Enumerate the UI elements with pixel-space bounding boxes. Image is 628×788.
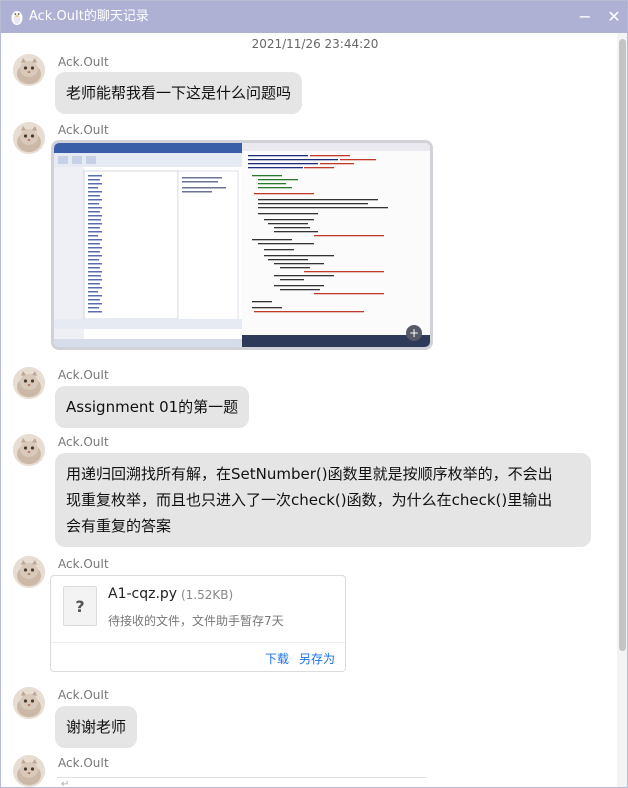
cat-avatar[interactable] xyxy=(13,54,45,86)
scrollbar-thumb[interactable] xyxy=(619,39,626,651)
minimize-button[interactable]: − xyxy=(575,7,595,27)
title-bar[interactable]: Ack.OuIt的聊天记录 − ✕ xyxy=(1,1,627,33)
penguin-icon xyxy=(11,11,23,25)
svg-text:+: + xyxy=(409,326,419,340)
message-line: 现重复枚举，而且也只进入了一次check()函数，为什么在check()里输出 xyxy=(66,491,553,509)
message-bubble[interactable]: 用递归回溯找所有解，在SetNumber()函数里就是按顺序枚举的，不会出 现重… xyxy=(55,453,591,547)
message-list[interactable]: 2021/11/26 23:44:20 Ack.OuIt 老师能帮我看一下这是什… xyxy=(1,33,617,788)
file-size: (1.52KB) xyxy=(181,588,234,602)
sender-name: Ack.OuIt xyxy=(58,368,109,382)
sender-name: Ack.OuIt xyxy=(58,688,109,702)
file-card[interactable]: ? A1-cqz.py (1.52KB) 待接收的文件，文件助手暂存7天 下载 … xyxy=(50,575,346,672)
save-as-link[interactable]: 另存为 xyxy=(299,650,335,667)
window-title: Ack.OuIt的聊天记录 xyxy=(29,9,149,24)
sender-name: Ack.OuIt xyxy=(58,557,109,571)
message-timestamp: 2021/11/26 23:44:20 xyxy=(251,37,379,51)
message-bubble[interactable]: 谢谢老师 xyxy=(55,706,138,748)
cat-avatar[interactable] xyxy=(13,367,45,399)
file-status: 待接收的文件，文件助手暂存7天 xyxy=(108,614,284,628)
sender-name: Ack.OuIt xyxy=(58,55,109,69)
screenshot-image[interactable]: + xyxy=(51,140,433,350)
divider xyxy=(57,777,427,778)
cat-avatar[interactable] xyxy=(13,755,45,787)
sender-name: Ack.OuIt xyxy=(58,123,109,137)
file-name: A1-cqz.py xyxy=(108,586,178,602)
cat-avatar[interactable] xyxy=(13,122,45,154)
close-button[interactable]: ✕ xyxy=(604,7,624,27)
sender-name: Ack.OuIt xyxy=(58,435,109,449)
message-line: 会有重复的答案 xyxy=(66,517,172,535)
sender-name: Ack.OuIt xyxy=(58,756,109,770)
newline-mark: ↵ xyxy=(61,779,70,788)
message-bubble[interactable]: 老师能帮我看一下这是什么问题吗 xyxy=(55,72,303,114)
download-link[interactable]: 下载 xyxy=(265,650,289,667)
message-line: 用递归回溯找所有解，在SetNumber()函数里就是按顺序枚举的，不会出 xyxy=(66,465,553,483)
chat-history-window: Ack.OuIt的聊天记录 − ✕ 2021/11/26 23:44:20 Ac… xyxy=(0,0,628,788)
divider xyxy=(51,642,345,643)
cat-avatar[interactable] xyxy=(13,434,45,466)
screenshot-thumbnail: + xyxy=(54,143,430,347)
unknown-file-icon: ? xyxy=(63,586,97,626)
cat-avatar[interactable] xyxy=(13,687,45,719)
cat-avatar[interactable] xyxy=(13,556,45,588)
message-bubble[interactable]: Assignment 01的第一题 xyxy=(55,386,250,428)
